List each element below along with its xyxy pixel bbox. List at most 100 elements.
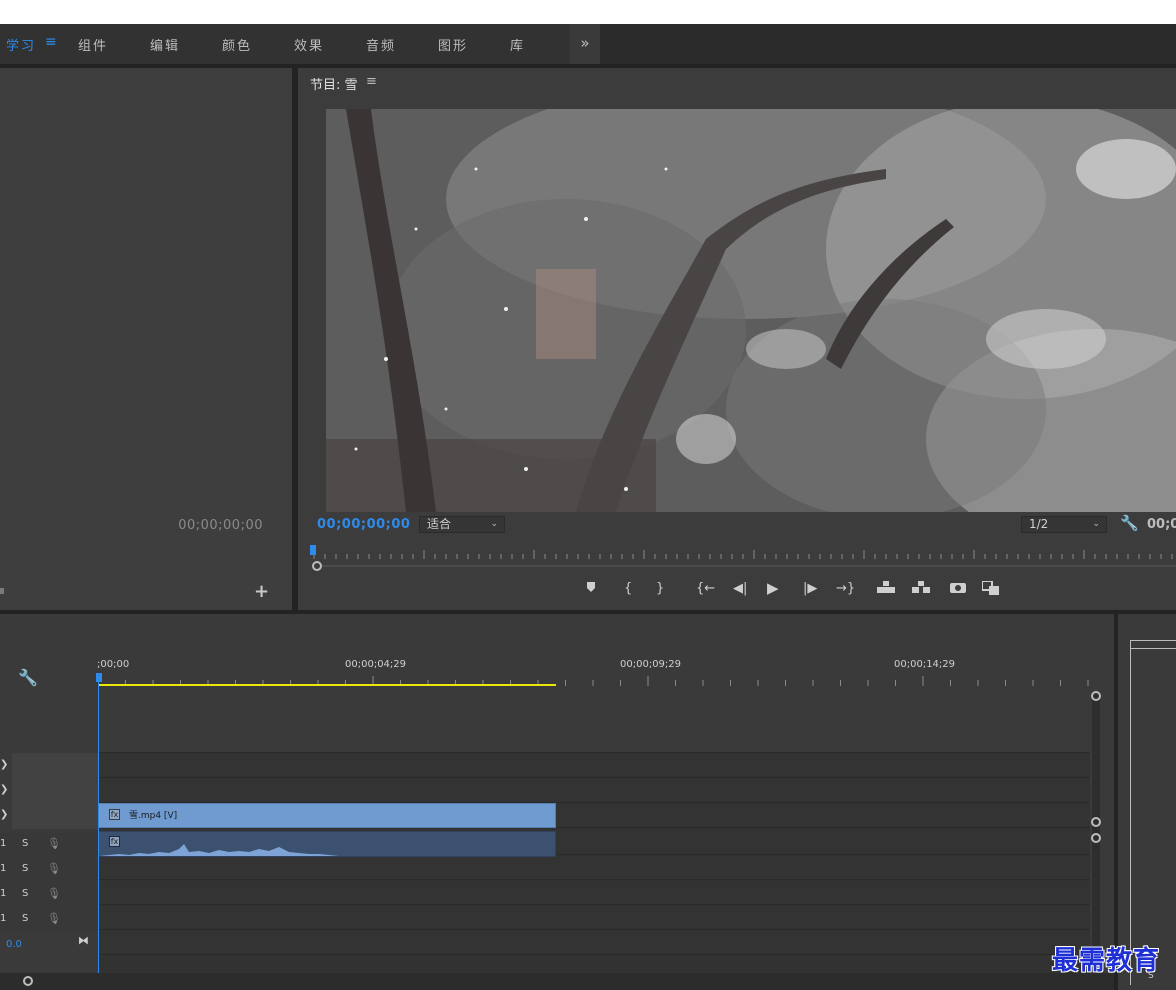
microphone-icon[interactable]: 🎙	[47, 862, 61, 875]
program-duration-timecode: 00;0	[1147, 517, 1176, 532]
audio-track-header-a2[interactable]: 1 S 🎙	[0, 858, 98, 882]
video-track-header-v1[interactable]: ❯	[0, 804, 98, 828]
solo-button[interactable]: S	[22, 888, 28, 899]
extract-icon[interactable]	[912, 581, 930, 597]
ruler-label: 00;00;14;29	[894, 659, 956, 670]
tab-editing[interactable]: 编辑	[150, 35, 180, 54]
video-clip[interactable]: fx 雪.mp4 [V]	[98, 803, 556, 828]
go-to-in-out-icon[interactable]: ⧓	[78, 934, 89, 947]
source-monitor-panel: 00;00;00;00 +	[0, 68, 292, 610]
tab-assembly[interactable]: 组件	[78, 35, 108, 54]
eye-toggle-icon[interactable]: ❯	[0, 809, 8, 820]
step-forward-icon[interactable]: |▶	[803, 581, 817, 596]
fit-dropdown[interactable]: 适合 ⌄	[419, 516, 505, 533]
settings-wrench-icon[interactable]: 🔧	[1120, 514, 1139, 532]
snow-tree-image	[326, 109, 1176, 512]
source-timecode: 00;00;00;00	[178, 518, 263, 533]
microphone-icon[interactable]: 🎙	[47, 912, 61, 925]
audio-track-a3[interactable]	[98, 881, 1090, 905]
video-frame	[326, 109, 1176, 512]
microphone-icon[interactable]: 🎙	[47, 887, 61, 900]
go-to-out-icon[interactable]: →}	[836, 581, 855, 596]
video-track-header-v2[interactable]: ❯	[0, 779, 98, 803]
program-playhead[interactable]	[310, 545, 316, 555]
timeline-playhead[interactable]	[98, 676, 99, 976]
eye-toggle-icon[interactable]: ❯	[0, 759, 8, 770]
empty-track-space	[98, 686, 1090, 753]
video-clip-name: 雪.mp4 [V]	[129, 811, 178, 821]
audio-clip[interactable]: fx	[98, 831, 556, 857]
track-number: 1	[0, 888, 7, 899]
audio-track-header-a4[interactable]: 1 S 🎙	[0, 908, 98, 932]
ruler-label: ;00;00	[97, 659, 130, 670]
timeline-wrench-icon[interactable]: 🔧	[18, 668, 38, 687]
timeline-horizontal-scrollbar[interactable]	[0, 973, 1114, 990]
tab-libraries[interactable]: 库	[510, 35, 525, 54]
ruler-label: 00;00;09;29	[620, 659, 682, 670]
marker-icon[interactable]	[586, 581, 596, 597]
go-to-in-icon[interactable]: {←	[696, 581, 715, 596]
track-area[interactable]	[98, 686, 1090, 974]
audio-meter-divider	[1130, 648, 1176, 649]
top-strip	[0, 0, 1176, 24]
chevron-down-icon: ⌄	[1092, 519, 1100, 529]
audio-track-header-a3[interactable]: 1 S 🎙	[0, 883, 98, 907]
timeline-playhead-handle[interactable]	[96, 673, 102, 682]
timeline-panel: 🔧 ;00;00 00;00;04;29 00;00;09;29 00;00;1…	[0, 614, 1114, 990]
program-zoom-track[interactable]	[322, 565, 1176, 567]
workspace-menu-icon[interactable]: ≡	[45, 34, 57, 50]
audio-track-header-a1[interactable]: 1 S 🎙	[0, 833, 98, 857]
lift-icon[interactable]	[877, 581, 895, 597]
mark-out-icon[interactable]: }	[656, 581, 664, 596]
mark-in-icon[interactable]: {	[624, 581, 632, 596]
audio-meter-panel: S	[1118, 614, 1176, 990]
track-number: 1	[0, 913, 7, 924]
tab-effects[interactable]: 效果	[294, 35, 324, 54]
eye-toggle-icon[interactable]: ❯	[0, 784, 8, 795]
export-frame-icon[interactable]	[950, 581, 966, 597]
audio-track-a4[interactable]	[98, 906, 1090, 930]
vertical-scroll-handle-top[interactable]	[1091, 691, 1101, 701]
program-menu-icon[interactable]: ≡	[366, 74, 377, 89]
track-number: 1	[0, 838, 7, 849]
add-button[interactable]: +	[254, 581, 269, 602]
solo-button[interactable]: S	[22, 863, 28, 874]
program-timecode[interactable]: 00;00;00;00	[317, 517, 410, 532]
audio-meter-frame	[1130, 640, 1176, 985]
microphone-icon[interactable]: 🎙	[47, 837, 61, 850]
resolution-dropdown[interactable]: 1/2 ⌄	[1021, 516, 1107, 533]
horizontal-scroll-handle[interactable]	[23, 976, 33, 986]
tab-graphics[interactable]: 图形	[438, 35, 468, 54]
tab-learning[interactable]: 学习	[6, 35, 36, 54]
source-panel-handle	[0, 588, 4, 594]
play-icon[interactable]: ▶	[767, 579, 779, 597]
video-track-header-v3[interactable]: ❯	[0, 754, 98, 778]
solo-button[interactable]: S	[22, 913, 28, 924]
program-zoom-handle[interactable]	[312, 561, 322, 571]
chevron-down-icon: ⌄	[490, 519, 498, 529]
tab-audio[interactable]: 音频	[366, 35, 396, 54]
compare-icon[interactable]	[981, 580, 1000, 599]
program-time-ruler[interactable]	[312, 548, 1176, 560]
program-monitor-title[interactable]: 节目: 雪	[310, 74, 358, 93]
video-track-v3[interactable]	[98, 754, 1090, 778]
video-track-v2[interactable]	[98, 779, 1090, 803]
tab-color[interactable]: 颜色	[222, 35, 252, 54]
solo-button[interactable]: S	[22, 838, 28, 849]
more-workspaces-button[interactable]: »	[570, 24, 600, 64]
fit-dropdown-label: 适合	[427, 517, 452, 531]
workspace-bar: 学习 ≡ 组件 编辑 颜色 效果 音频 图形 库 »	[0, 24, 1176, 64]
program-monitor-panel: 节目: 雪 ≡ 00;00;00;00 适合 ⌄ 1/2 ⌄ 🔧 00;0 {…	[298, 68, 1176, 610]
track-number: 1	[0, 863, 7, 874]
vertical-scroll-handle-mid[interactable]	[1091, 817, 1101, 827]
vertical-scroll-handle-audio[interactable]	[1091, 833, 1101, 843]
audio-track-a2[interactable]	[98, 856, 1090, 880]
master-volume-level[interactable]: 0.0	[6, 939, 22, 950]
ruler-label: 00;00;04;29	[345, 659, 407, 670]
resolution-label: 1/2	[1029, 517, 1049, 531]
master-track[interactable]	[98, 931, 1090, 955]
audio-waveform	[99, 844, 555, 856]
fx-badge-icon: fx	[109, 809, 120, 820]
step-back-icon[interactable]: ◀|	[733, 581, 747, 596]
watermark-logo: 最需教育	[1052, 946, 1161, 976]
